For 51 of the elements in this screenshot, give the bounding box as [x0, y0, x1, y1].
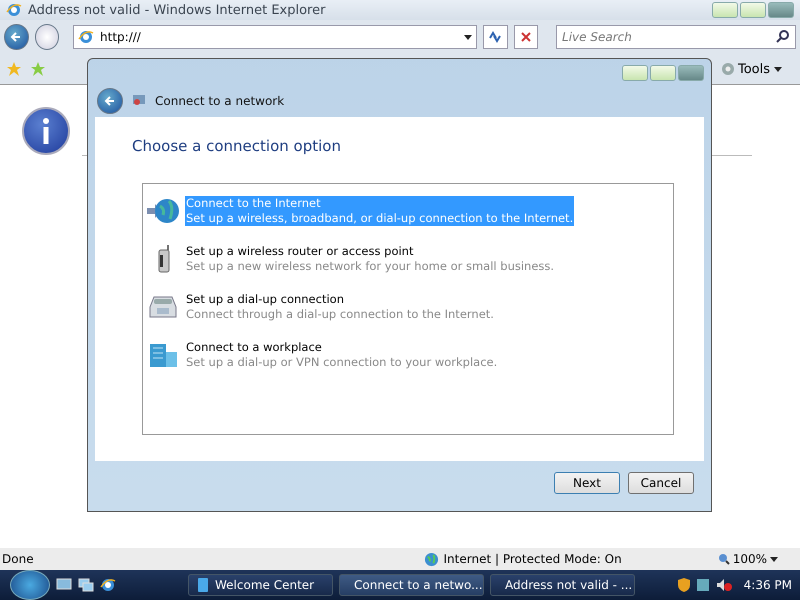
option-title[interactable]: Set up a dial-up connection [185, 292, 495, 307]
cancel-button[interactable]: Cancel [628, 472, 694, 494]
tools-menu[interactable]: Tools [722, 62, 782, 76]
document-icon [197, 577, 209, 593]
search-field[interactable]: Live Search [556, 25, 796, 49]
back-button[interactable] [97, 88, 123, 114]
ie-icon [78, 29, 94, 45]
gear-icon [722, 63, 734, 75]
status-text: Done [2, 552, 34, 566]
taskbar-button[interactable]: Address not valid - ... [490, 574, 635, 596]
taskbar-button[interactable]: Connect to a netwo... [339, 574, 484, 596]
dialog-title: Connect to a network [155, 94, 284, 108]
caret-icon [770, 556, 778, 562]
option-description[interactable]: Connect through a dial-up connection to the Internet. [185, 307, 495, 322]
dialog-heading: Choose a connection option [132, 137, 342, 155]
window-title: Address not valid - Windows Internet Explorer [28, 2, 326, 18]
router-icon [158, 245, 170, 273]
taskbar-button[interactable]: Welcome Center [188, 574, 333, 596]
back-arrow-icon[interactable] [10, 31, 22, 43]
clock: 4:36 PM [744, 578, 792, 592]
add-star-icon[interactable] [30, 61, 46, 77]
close-icon [520, 32, 531, 42]
option-description[interactable]: Set up a new wireless network for your home or small business. [185, 259, 556, 274]
next-button[interactable]: Next [554, 472, 620, 494]
window-switch-icon[interactable] [78, 578, 94, 592]
dropdown-icon[interactable] [464, 34, 472, 40]
globe-icon [424, 552, 439, 566]
address-field[interactable]: http:/// [73, 25, 477, 49]
refresh-icon [488, 31, 502, 43]
back-arrow-icon[interactable] [104, 95, 116, 107]
refresh-button[interactable] [482, 25, 508, 49]
stop-button[interactable] [514, 25, 538, 49]
forward-button[interactable] [34, 24, 60, 50]
ie-icon [6, 2, 22, 18]
star-icon[interactable] [6, 61, 22, 77]
option-title[interactable]: Set up a wireless router or access point [185, 244, 556, 259]
option-description[interactable]: Set up a dial-up or VPN connection to your workplace. [185, 355, 498, 370]
back-button[interactable] [4, 24, 29, 50]
search-icon[interactable] [776, 30, 790, 44]
volume-icon[interactable] [716, 578, 732, 592]
zoom-icon [718, 553, 730, 565]
start-button[interactable] [10, 570, 50, 600]
ie-icon [100, 577, 116, 593]
option-title[interactable]: Connect to a workplace [185, 340, 498, 355]
desktop-icon[interactable] [56, 578, 72, 592]
globe-icon [147, 197, 181, 225]
security-zone: Internet | Protected Mode: On [444, 552, 622, 566]
info-icon [22, 107, 70, 155]
zoom-control[interactable]: 100% [718, 552, 778, 566]
shield-icon[interactable] [678, 578, 690, 592]
caret-icon [774, 66, 782, 72]
